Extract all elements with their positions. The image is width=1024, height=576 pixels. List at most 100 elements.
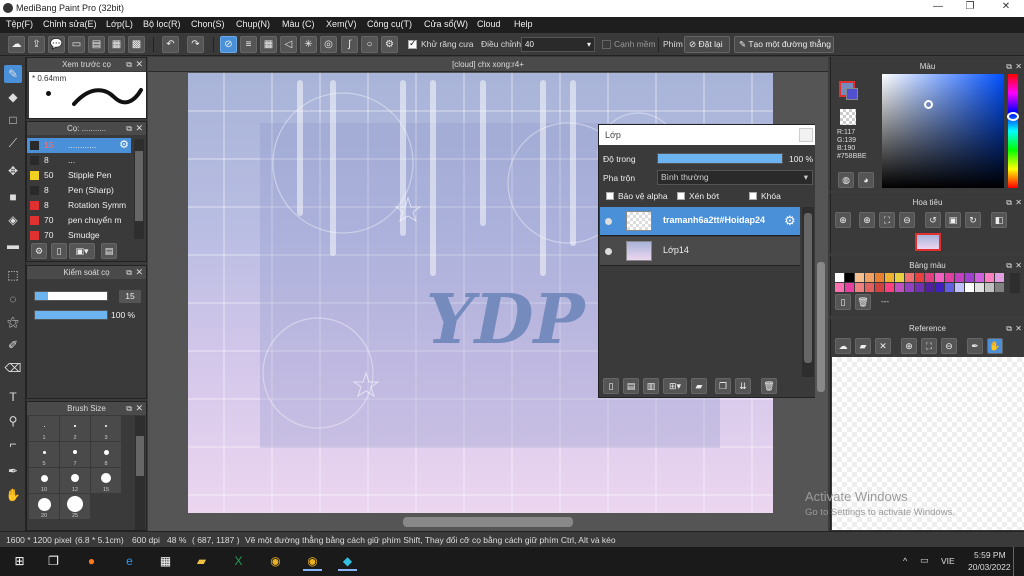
- brush-list-item[interactable]: 15............ ⚙: [27, 138, 131, 153]
- transparent-color-swatch[interactable]: [840, 109, 856, 125]
- redo-icon[interactable]: ↷: [187, 36, 204, 53]
- dropper-tool-icon[interactable]: ⌐: [4, 435, 22, 453]
- firefox-icon[interactable]: ●: [82, 552, 101, 571]
- new-layer-icon[interactable]: ▯: [603, 378, 619, 394]
- close-icon[interactable]: ✕: [1015, 196, 1022, 209]
- menu-view[interactable]: Xem(V): [326, 19, 357, 29]
- menu-cloud[interactable]: Cloud: [477, 19, 501, 29]
- cloud-icon[interactable]: ☁: [8, 36, 25, 53]
- menu-window[interactable]: Cửa sổ(W): [424, 19, 468, 29]
- palette-swatch[interactable]: [985, 283, 994, 292]
- snap-radial-icon[interactable]: ✳: [300, 36, 317, 53]
- palette-swatch[interactable]: [905, 273, 914, 282]
- layer-row[interactable]: Lớp14: [600, 237, 800, 266]
- close-window-button[interactable]: ✕: [986, 1, 1024, 15]
- hand-icon[interactable]: ✋: [987, 338, 1003, 354]
- task-view-icon[interactable]: ❐: [44, 552, 63, 571]
- fit-icon[interactable]: ⛶: [879, 212, 895, 228]
- language-indicator[interactable]: VIE: [941, 556, 955, 566]
- menu-layer[interactable]: Lớp(L): [106, 19, 133, 29]
- gear-icon[interactable]: ⚙: [119, 138, 129, 151]
- medibang-taskbar-icon[interactable]: ◆: [338, 552, 357, 571]
- brush-size-option[interactable]: 2: [60, 416, 90, 441]
- close-icon[interactable]: ✕: [1015, 60, 1022, 73]
- snap-settings-icon[interactable]: ⚙: [381, 36, 398, 53]
- brush-list-item[interactable]: 70 pen chuyển m: [27, 213, 131, 228]
- network-icon[interactable]: ▭: [920, 555, 929, 566]
- palette-swatch[interactable]: [915, 283, 924, 292]
- brush-size-scrollbar[interactable]: [135, 416, 145, 530]
- soft-edge-checkbox[interactable]: [602, 40, 611, 49]
- layer-opacity-slider[interactable]: [657, 153, 783, 164]
- brush-size-option[interactable]: 3: [91, 416, 121, 441]
- store-icon[interactable]: ▦: [156, 552, 175, 571]
- brush-size-option[interactable]: 8: [91, 442, 121, 467]
- brush-size-option[interactable]: 25: [60, 494, 90, 519]
- brush-size-value[interactable]: 15: [119, 290, 141, 303]
- snap-grid-icon[interactable]: ▦: [260, 36, 277, 53]
- rotate-left-icon[interactable]: ↺: [925, 212, 941, 228]
- trash-icon[interactable]: 🗑: [761, 378, 777, 394]
- snap-parallel-icon[interactable]: ≡: [240, 36, 257, 53]
- shape-tool-icon[interactable]: □: [4, 111, 22, 129]
- windows-start-icon[interactable]: ⊞: [10, 552, 29, 571]
- close-icon[interactable]: ✕: [135, 266, 143, 279]
- brush-size-option[interactable]: 7: [60, 442, 90, 467]
- move-tool-icon[interactable]: ✥: [4, 162, 22, 180]
- palette-swatch[interactable]: [855, 273, 864, 282]
- hand-tool-icon[interactable]: ✋: [4, 486, 22, 504]
- menu-filter[interactable]: Bộ lọc(R): [143, 19, 181, 29]
- palette-swatch[interactable]: [885, 273, 894, 282]
- palette-swatch[interactable]: [995, 283, 1004, 292]
- blend-select[interactable]: Bình thường ▾: [657, 170, 813, 185]
- zoom-out-icon[interactable]: ⊖: [941, 338, 957, 354]
- eye-icon[interactable]: [605, 248, 612, 255]
- new-halftone-layer-icon[interactable]: ▤: [623, 378, 639, 394]
- layer-list-scrollbar[interactable]: [802, 207, 814, 377]
- protect-alpha-checkbox[interactable]: [606, 192, 614, 200]
- grid-icon[interactable]: ▩: [128, 36, 145, 53]
- brush-tool-icon[interactable]: ✎: [4, 65, 22, 83]
- duplicate-layer-icon[interactable]: ❐: [715, 378, 731, 394]
- brush-size-option[interactable]: 15: [91, 468, 121, 493]
- hue-cursor[interactable]: [1007, 112, 1019, 121]
- brush-list-icon[interactable]: ▤: [101, 243, 117, 259]
- palette-swatch[interactable]: [885, 283, 894, 292]
- folder-icon[interactable]: ▰: [691, 378, 707, 394]
- palette-swatch[interactable]: [975, 283, 984, 292]
- palette-swatch[interactable]: [865, 283, 874, 292]
- pages-icon[interactable]: ▦: [108, 36, 125, 53]
- fill-rect-tool-icon[interactable]: ■: [4, 188, 22, 206]
- snap-ellipse-icon[interactable]: ○: [361, 36, 378, 53]
- brush-settings-icon[interactable]: ⚙: [31, 243, 47, 259]
- menu-color[interactable]: Màu (C): [282, 19, 315, 29]
- chat-icon[interactable]: ▭: [68, 36, 85, 53]
- brush-opacity-slider[interactable]: [34, 310, 108, 320]
- palette-swatch[interactable]: [945, 273, 954, 282]
- eyedropper-icon[interactable]: ✒: [967, 338, 983, 354]
- bucket-tool-icon[interactable]: ◈: [4, 211, 22, 229]
- close-icon[interactable]: [799, 128, 813, 142]
- palette-swatch[interactable]: [895, 273, 904, 282]
- palette-swatch[interactable]: [915, 273, 924, 282]
- brush-list-item[interactable]: 50 Stipple Pen: [27, 168, 131, 183]
- adjust-select[interactable]: 40 ▾: [521, 37, 595, 52]
- zoom-out-icon[interactable]: ⊖: [899, 212, 915, 228]
- palette-swatch[interactable]: [995, 273, 1004, 282]
- new-brush-icon[interactable]: ▯: [51, 243, 67, 259]
- straight-line-button[interactable]: ✎ Tạo một đường thẳng: [734, 36, 834, 53]
- palette-swatch[interactable]: [835, 283, 844, 292]
- color-sv-picker[interactable]: [882, 74, 1004, 188]
- close-icon[interactable]: ✕: [135, 402, 143, 415]
- reset-view-icon[interactable]: ▣: [945, 212, 961, 228]
- show-desktop-button[interactable]: [1013, 547, 1014, 576]
- lasso-tool-icon[interactable]: ◌: [4, 290, 22, 308]
- palette-swatch[interactable]: [945, 283, 954, 292]
- layer-row-selected[interactable]: tramanh6a2tt#Hoidap24 ⚙: [600, 207, 800, 236]
- snap-off-icon[interactable]: ⊘: [220, 36, 237, 53]
- clipping-checkbox[interactable]: [677, 192, 685, 200]
- brush-list-item[interactable]: 8...: [27, 153, 131, 168]
- sub-color-swatch[interactable]: [846, 88, 858, 100]
- palette-swatch[interactable]: [955, 273, 964, 282]
- delete-palette-icon[interactable]: 🗑: [855, 294, 871, 310]
